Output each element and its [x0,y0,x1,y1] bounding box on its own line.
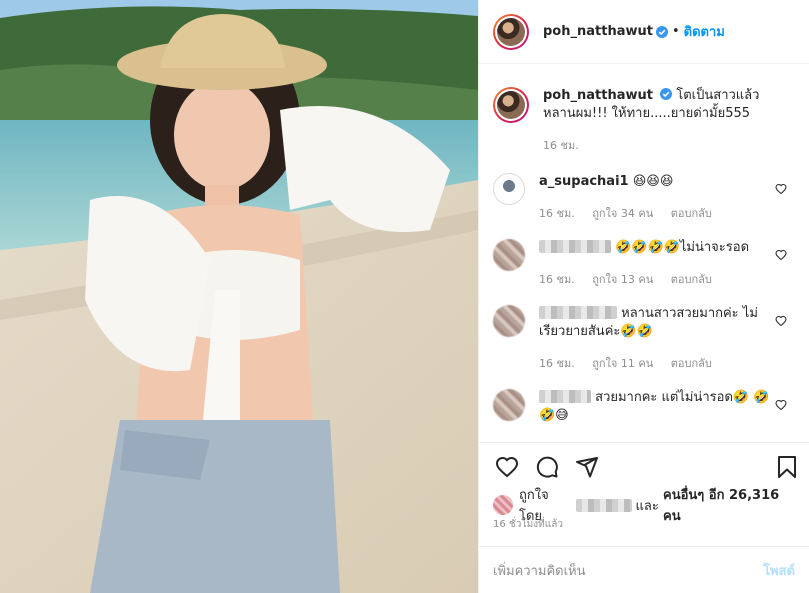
heart-icon[interactable] [495,455,519,479]
comment-username[interactable]: a_supachai1 [539,174,629,189]
comment-time[interactable]: 16 ชม. [539,273,575,286]
comment-likes[interactable]: ถูกใจ 13 คน [592,273,653,286]
liker-username[interactable] [575,498,632,512]
instagram-post: poh_natthawut • ติดตาม poh_natthawut โตเ… [0,0,809,593]
post-comment-button[interactable]: โพสต์ [763,560,795,581]
separator-dot: • [671,24,680,39]
comment-likes[interactable]: ถูกใจ 34 คน [592,207,653,220]
likes-others-link[interactable]: คนอื่นๆ อีก 26,316 คน [663,484,801,526]
likes-middle: และ [635,498,659,514]
comment-input[interactable]: เพิ่มความคิดเห็น [493,560,763,581]
follow-button[interactable]: ติดตาม [684,21,725,42]
author-username[interactable]: poh_natthawut [543,24,653,39]
comment-text: 🤣🤣🤣🤣ไม่น่าจะรอด [615,240,750,255]
liker-avatar[interactable] [493,495,513,515]
post-time-ago[interactable]: 16 ชั่วโมงที่แล้ว [493,517,563,532]
comment-time[interactable]: 16 ชม. [539,357,575,370]
heart-icon[interactable] [775,315,787,327]
caption-username[interactable]: poh_natthawut [543,88,653,103]
post-photo[interactable] [0,0,478,593]
heart-icon[interactable] [775,183,787,195]
post-header: poh_natthawut • ติดตาม [479,0,809,64]
heart-icon[interactable] [775,249,787,261]
comment-icon[interactable] [535,455,559,479]
reply-button[interactable]: ตอบกลับ [671,357,712,370]
caption-time[interactable]: 16 ชม. [543,139,579,152]
comment-item: หลานสาวสวยมากค่ะ ไม่เรียวยายสันค่ะ🤣🤣 16 … [493,305,795,373]
comment-time[interactable]: 16 ชม. [539,207,575,220]
reply-button[interactable]: ตอบกลับ [671,207,712,220]
comment-username[interactable] [539,240,611,253]
share-icon[interactable] [575,455,599,479]
comment-item: สวยมากคะ แต่ไม่น่ารอด🤣 🤣🤣😅 [493,389,795,425]
bookmark-icon[interactable] [775,455,799,479]
commenter-avatar[interactable] [493,239,525,271]
comment-likes[interactable]: ถูกใจ 11 คน [592,357,653,370]
comment-text: 😆😆😆 [632,174,674,189]
commenter-avatar[interactable] [493,389,525,421]
comment-item: a_supachai1 😆😆😆 16 ชม. ถูกใจ 34 คน ตอบกล… [493,173,795,223]
caption-avatar[interactable] [493,87,529,123]
add-comment-bar: เพิ่มความคิดเห็น โพสต์ [479,546,809,593]
comment-text: สวยมากคะ แต่ไม่น่ารอด🤣 [595,390,750,405]
comment-username[interactable] [539,390,591,403]
post-sidebar: poh_natthawut • ติดตาม poh_natthawut โตเ… [478,0,809,593]
verified-icon [655,25,668,38]
caption: poh_natthawut โตเป็นสาวแล้วหลานผม!!! ให้… [493,87,795,155]
commenter-avatar[interactable] [493,173,525,205]
beach-photo [0,0,478,593]
reply-button[interactable]: ตอบกลับ [671,273,712,286]
author-avatar[interactable] [493,13,529,50]
comment-username[interactable] [539,306,617,319]
comments-list[interactable]: poh_natthawut โตเป็นสาวแล้วหลานผม!!! ให้… [479,65,809,441]
commenter-avatar[interactable] [493,305,525,337]
comment-item: 🤣🤣🤣🤣ไม่น่าจะรอด 16 ชม. ถูกใจ 13 คน ตอบกล… [493,239,795,289]
verified-icon [660,88,673,100]
heart-icon[interactable] [775,399,787,411]
